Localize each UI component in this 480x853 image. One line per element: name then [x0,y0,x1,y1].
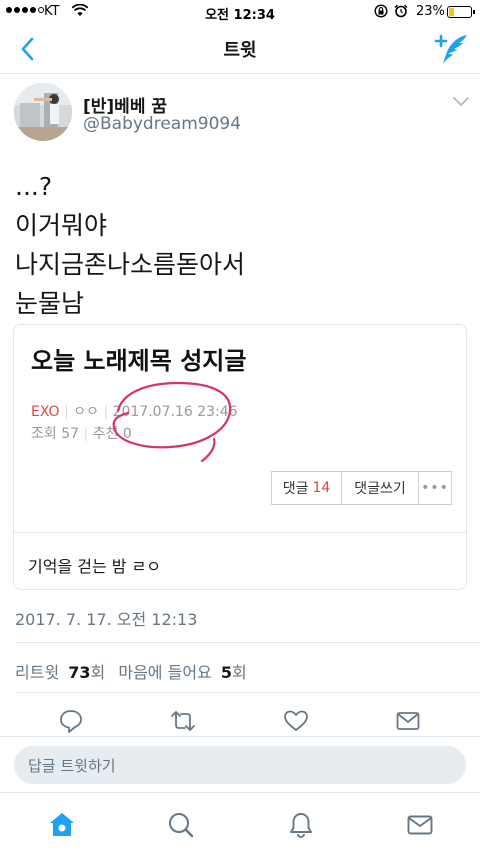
tweet-text: ...? 이거뭐야 나지금존나소름돋아서 눈물남 [15,167,465,323]
retweets-unit: 회 [90,663,106,682]
bell-icon[interactable] [287,811,315,839]
tweet-timestamp: 2017. 7. 17. 오전 12:13 [15,610,198,629]
card-headline: 오늘 노래제목 성지글 [31,347,247,375]
divider [15,642,480,643]
battery-icon [447,6,472,18]
reply-placeholder: 답글 트윗하기 [28,757,116,775]
reply-icon[interactable] [58,708,84,734]
tweet-text-line: 이거뭐야 [15,211,108,240]
search-icon[interactable] [167,811,195,839]
likes-label[interactable]: 마음에 들어요 [118,663,211,682]
status-bar: KT 오전 12:34 23% [0,0,480,24]
card-views: 조회 57 [31,426,80,442]
comments-label: 댓글 [282,481,309,497]
divider [15,692,480,693]
tweet-text-line: ...? [15,172,53,201]
likes-count[interactable]: 5 [221,663,232,682]
user-handle[interactable]: @Babydream9094 [83,114,241,134]
mail-icon[interactable] [395,708,421,734]
tweet-stats: 리트윗 73회 마음에 들어요 5회 [15,659,247,683]
retweets-count[interactable]: 73 [68,663,90,682]
avatar[interactable] [14,83,72,141]
compose-tweet-icon[interactable] [434,32,470,66]
comments-button: 댓글 14 [271,471,342,505]
retweets-label[interactable]: 리트윗 [15,663,59,682]
rotation-lock-icon [374,4,388,18]
battery-percentage: 23% [416,4,445,19]
write-comment-button: 댓글쓰기 [341,471,419,505]
retweet-icon[interactable] [170,708,196,734]
card-image: 오늘 노래제목 성지글 EXO | ㅇㅇ | 2017.07.16 23:46 … [14,325,466,533]
reply-input[interactable]: 답글 트윗하기 [14,746,466,784]
tweet-text-line: 눈물남 [15,289,85,318]
status-time: 오전 12:34 [205,8,275,23]
more-options-button: ••• [418,471,452,505]
card-category: EXO [31,404,60,420]
chevron-down-icon[interactable] [452,96,470,108]
reply-bar: 답글 트윗하기 [0,736,480,792]
tweet-actions [0,706,480,736]
alarm-icon [394,4,408,18]
tweet-text-line: 나지금존나소름돋아서 [15,250,246,279]
messages-icon[interactable] [406,811,434,839]
annotation-circle [112,381,232,463]
page-title: 트윗 [223,40,257,61]
media-card[interactable]: 오늘 노래제목 성지글 EXO | ㅇㅇ | 2017.07.16 23:46 … [13,324,467,590]
nav-bar: 트윗 [0,24,480,74]
tab-bar [0,792,480,853]
likes-unit: 회 [232,663,247,682]
card-caption: 기억을 걷는 밤 ㄹㅇ [28,557,162,576]
heart-icon[interactable] [283,708,309,734]
home-icon[interactable] [48,811,76,839]
comments-count: 14 [312,480,331,496]
